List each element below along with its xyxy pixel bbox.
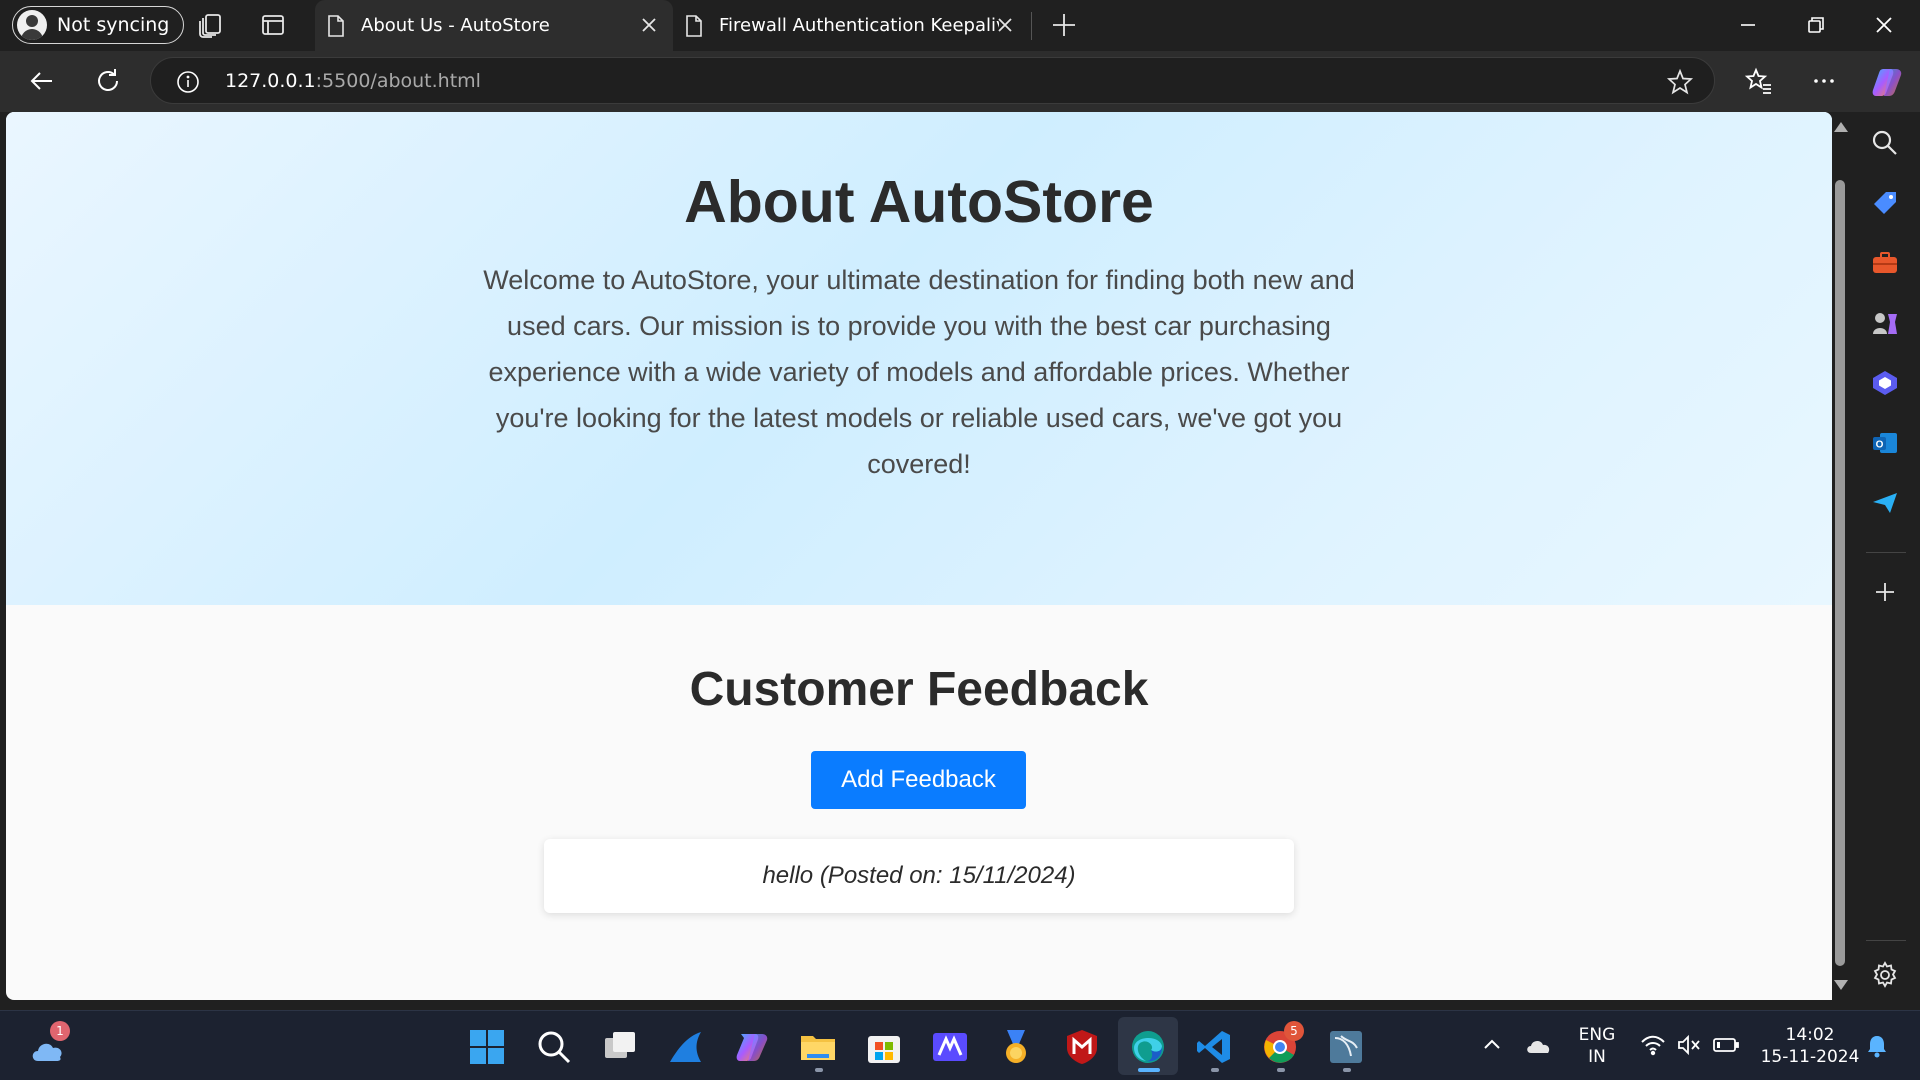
page-icon (328, 14, 344, 37)
minimize-icon[interactable] (1735, 12, 1761, 38)
onedrive-cloud-icon[interactable] (1524, 1033, 1552, 1057)
close-tab-icon[interactable] (995, 15, 1015, 35)
mcafee-shield-icon[interactable] (1063, 1028, 1101, 1066)
clock[interactable]: 14:02 15-11-2024 (1755, 1024, 1865, 1068)
sidebar-separator (1866, 552, 1906, 553)
edge-browser-icon[interactable] (1129, 1028, 1167, 1066)
profile-label: Not syncing (57, 14, 170, 36)
scroll-up-arrow-icon[interactable] (1834, 122, 1848, 132)
tab-separator (1031, 12, 1032, 40)
scrollbar-thumb[interactable] (1835, 180, 1845, 966)
new-tab-icon[interactable] (1050, 11, 1078, 39)
database-app-icon[interactable] (1327, 1028, 1365, 1066)
scroll-down-arrow-icon[interactable] (1834, 980, 1848, 990)
active-indicator (1138, 1068, 1160, 1072)
restore-icon[interactable] (1803, 12, 1829, 38)
clock-time: 14:02 (1785, 1025, 1835, 1045)
tab-title: Firewall Authentication Keepalive (719, 15, 999, 36)
running-indicator (815, 1068, 823, 1072)
battery-icon[interactable] (1712, 1033, 1740, 1057)
tab-about-us[interactable]: About Us - AutoStore (315, 0, 673, 51)
send-icon[interactable] (1870, 488, 1900, 518)
running-indicator (1211, 1068, 1219, 1072)
start-windows-icon[interactable] (468, 1028, 506, 1066)
sidebar-separator (1866, 940, 1906, 941)
back-icon[interactable] (26, 65, 58, 97)
outlook-icon[interactable]: O (1870, 428, 1900, 458)
copilot-icon[interactable] (1870, 65, 1904, 99)
chrome-badge: 5 (1284, 1021, 1304, 1041)
refresh-icon[interactable] (92, 65, 124, 97)
site-info-icon[interactable] (175, 69, 201, 95)
workspaces-icon[interactable] (197, 11, 225, 39)
avatar-icon (17, 10, 47, 40)
profile-button[interactable]: Not syncing (12, 6, 185, 44)
task-view-icon[interactable] (601, 1028, 639, 1066)
toolbar: 127.0.0.1:5500/about.html (0, 51, 1920, 112)
microsoft-store-icon[interactable] (865, 1028, 903, 1066)
weather-badge: 1 (50, 1021, 70, 1041)
add-sidebar-app-icon[interactable] (1870, 577, 1900, 607)
tools-briefcase-icon[interactable] (1870, 248, 1900, 278)
speaker-muted-icon[interactable] (1676, 1033, 1702, 1057)
favorites-icon[interactable] (1743, 65, 1775, 97)
page-viewport: About AutoStore Welcome to AutoStore, yo… (6, 112, 1832, 1000)
scrollbar[interactable] (1832, 112, 1848, 1000)
feedback-text: hello (Posted on: 15/11/2024) (762, 862, 1076, 889)
close-window-icon[interactable] (1871, 12, 1897, 38)
clock-date: 15-11-2024 (1760, 1047, 1860, 1067)
page-icon (686, 14, 702, 37)
language-indicator[interactable]: ENG IN (1572, 1024, 1622, 1068)
tab-actions-icon[interactable] (259, 11, 287, 39)
shark-app-icon[interactable] (667, 1028, 705, 1066)
search-icon[interactable] (1870, 128, 1900, 158)
url-path: :5500/about.html (315, 70, 481, 92)
feedback-card: hello (Posted on: 15/11/2024) (544, 839, 1294, 913)
notification-bell-icon[interactable] (1864, 1033, 1890, 1059)
svg-text:O: O (1876, 440, 1884, 451)
address-bar[interactable]: 127.0.0.1:5500/about.html (150, 57, 1715, 104)
language-region: IN (1588, 1047, 1606, 1067)
url-text: 127.0.0.1:5500/about.html (225, 70, 481, 92)
about-hero-section: About AutoStore Welcome to AutoStore, yo… (6, 112, 1832, 605)
close-tab-icon[interactable] (639, 15, 659, 35)
url-host: 127.0.0.1 (225, 70, 316, 92)
tab-firewall[interactable]: Firewall Authentication Keepalive (673, 0, 1029, 51)
about-description: Welcome to AutoStore, your ultimate dest… (483, 265, 1355, 479)
vscode-icon[interactable] (1195, 1028, 1233, 1066)
games-icon[interactable] (1870, 308, 1900, 338)
running-indicator (1277, 1068, 1285, 1072)
more-menu-icon[interactable] (1808, 65, 1840, 97)
search-icon[interactable] (535, 1028, 573, 1066)
medal-app-icon[interactable] (997, 1028, 1035, 1066)
windows-taskbar: 1 5 ENG IN 14:02 15-11-2024 (0, 1010, 1920, 1080)
settings-gear-icon[interactable] (1870, 960, 1900, 990)
edge-sidebar: O (1848, 112, 1920, 1010)
wifi-icon[interactable] (1640, 1033, 1666, 1057)
copilot-taskbar-icon[interactable] (733, 1028, 771, 1066)
tab-strip: Not syncing About Us - AutoStore Firewal… (0, 0, 1920, 51)
add-feedback-button[interactable]: Add Feedback (811, 751, 1026, 809)
language-code: ENG (1578, 1025, 1616, 1045)
running-indicator (1343, 1068, 1351, 1072)
page-title: About AutoStore (684, 169, 1154, 235)
tab-title: About Us - AutoStore (361, 15, 550, 36)
feedback-heading: Customer Feedback (689, 663, 1149, 716)
shopping-tag-icon[interactable] (1870, 188, 1900, 218)
file-explorer-icon[interactable] (799, 1028, 837, 1066)
chevron-up-icon[interactable] (1480, 1033, 1504, 1057)
add-favorite-icon[interactable] (1666, 68, 1694, 96)
visual-studio-icon[interactable] (931, 1028, 969, 1066)
copilot-app-icon[interactable] (1870, 368, 1900, 398)
